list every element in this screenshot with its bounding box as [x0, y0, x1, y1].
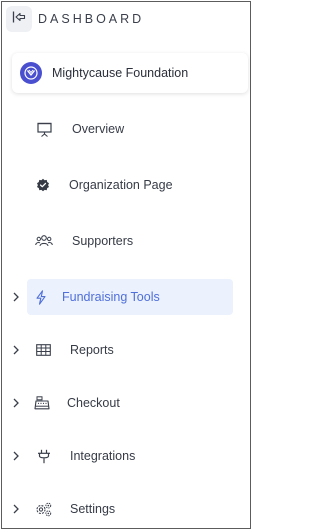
collapse-sidebar-button[interactable] — [6, 6, 32, 32]
chevron-right-icon[interactable] — [11, 397, 21, 409]
table-icon — [35, 342, 51, 358]
nav-item-supporters[interactable]: Supporters — [2, 223, 250, 259]
nav-label-settings: Settings — [70, 502, 116, 516]
dashboard-title: DASHBOARD — [38, 12, 145, 26]
nav-label-integrations: Integrations — [70, 449, 136, 463]
nav-item-settings[interactable]: Settings — [2, 491, 250, 527]
plug-icon — [36, 448, 52, 464]
sidebar-header: DASHBOARD — [2, 2, 250, 38]
organization-logo — [20, 62, 42, 84]
gears-icon — [35, 501, 53, 517]
cash-register-icon — [34, 395, 50, 411]
nav-item-checkout[interactable]: Checkout — [2, 385, 250, 421]
sidebar: DASHBOARD Mightycause Foundation Overvie… — [1, 1, 251, 529]
chevron-right-icon[interactable] — [11, 291, 21, 303]
verified-badge-icon — [35, 177, 51, 193]
users-group-icon — [35, 233, 53, 249]
nav-label-checkout: Checkout — [67, 396, 120, 410]
nav-label-fundraising-tools: Fundraising Tools — [62, 290, 160, 304]
nav-label-supporters: Supporters — [72, 234, 134, 248]
nav-item-integrations[interactable]: Integrations — [2, 438, 250, 474]
nav-item-fundraising-tools[interactable]: Fundraising Tools — [2, 279, 250, 315]
chevron-right-icon[interactable] — [11, 450, 21, 462]
nav-item-organization-page[interactable]: Organization Page — [2, 167, 250, 203]
organization-name: Mightycause Foundation — [52, 66, 189, 80]
nav-label-overview: Overview — [72, 122, 125, 136]
presentation-icon — [36, 121, 52, 137]
chevron-right-icon[interactable] — [11, 503, 21, 515]
collapse-left-icon — [12, 10, 26, 28]
nav-label-organization-page: Organization Page — [69, 178, 173, 192]
nav-label-reports: Reports — [70, 343, 114, 357]
nav-item-reports[interactable]: Reports — [2, 332, 250, 368]
nav-item-overview[interactable]: Overview — [2, 111, 250, 147]
chevron-right-icon[interactable] — [11, 344, 21, 356]
organization-selector[interactable]: Mightycause Foundation — [12, 53, 248, 93]
lightning-bolt-icon — [33, 289, 49, 305]
